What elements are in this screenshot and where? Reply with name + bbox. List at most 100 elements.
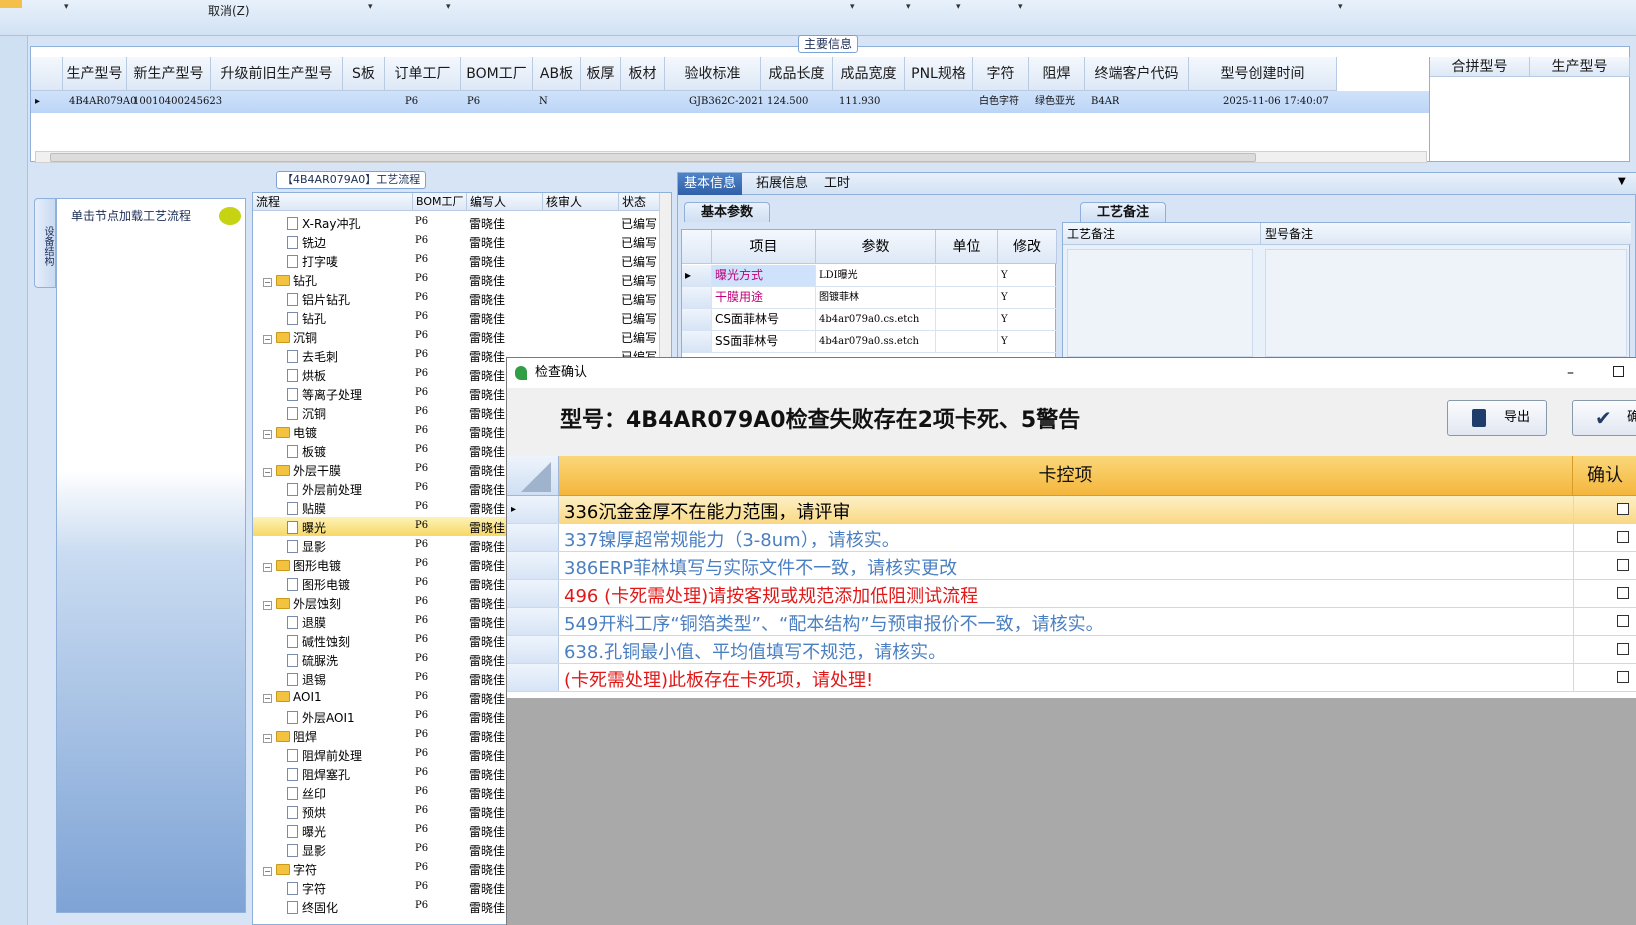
tree-step-node[interactable]: 打字唛 P6 雷晓佳 已编写 xyxy=(253,251,671,270)
params-row[interactable]: ▸ 曝光方式 LDI曝光 Y xyxy=(682,265,1057,287)
collapse-icon[interactable]: − xyxy=(263,694,272,703)
col-process-note[interactable]: 工艺备注 xyxy=(1063,223,1261,245)
main-col-header[interactable]: 终端客户代码 xyxy=(1085,57,1189,91)
params-row[interactable]: SS面菲林号 4b4ar079a0.ss.etch Y xyxy=(682,331,1057,353)
check-item-row[interactable]: 337镍厚超常规能力（3-8um），请核实。 xyxy=(507,524,1636,552)
tree-step-node[interactable]: 铣边 P6 雷晓佳 已编写 xyxy=(253,232,671,251)
check-item-row[interactable]: 549开料工序“铜箔类型”、“配本结构”与预审报价不一致，请核实。 xyxy=(507,608,1636,636)
chevron-down-icon[interactable]: ▾ xyxy=(446,2,451,12)
tab-extended-info[interactable]: 拓展信息 xyxy=(750,173,814,195)
collapse-icon[interactable]: − xyxy=(263,601,272,610)
row-header[interactable] xyxy=(507,664,559,691)
collapse-icon[interactable]: − xyxy=(263,430,272,439)
main-cell[interactable]: 2025-11-06 17:40:07 xyxy=(1223,91,1329,113)
scrollbar-thumb[interactable] xyxy=(50,153,1256,162)
main-col-header[interactable]: 验收标准 xyxy=(665,57,761,91)
collapse-icon[interactable]: − xyxy=(263,734,272,743)
main-cell[interactable]: 10010400245623 xyxy=(133,91,222,113)
main-cell[interactable]: P6 xyxy=(467,91,480,113)
merge-col-header[interactable]: 合拼型号 xyxy=(1430,57,1530,77)
params-row[interactable]: CS面菲林号 4b4ar079a0.cs.etch Y xyxy=(682,309,1057,331)
chevron-down-icon[interactable]: ▾ xyxy=(850,2,855,12)
cancel-menu[interactable]: 取消(Z) xyxy=(208,2,250,19)
row-header[interactable] xyxy=(507,608,559,635)
tree-step-node[interactable]: 铝片钻孔 P6 雷晓佳 已编写 xyxy=(253,289,671,308)
chevron-down-icon[interactable]: ▾ xyxy=(1338,2,1343,12)
main-cell[interactable]: 124.500 xyxy=(767,91,808,113)
tab-work-hours[interactable]: 工时 xyxy=(818,173,856,195)
confirm-button[interactable]: ✔ 确认 xyxy=(1572,400,1636,436)
tree-step-node[interactable]: 钻孔 P6 雷晓佳 已编写 xyxy=(253,308,671,327)
tab-basic-info[interactable]: 基本信息 xyxy=(678,173,743,195)
confirm-checkbox[interactable] xyxy=(1617,531,1629,543)
main-cell[interactable]: N xyxy=(539,91,548,113)
check-item-row[interactable]: 638.孔铜最小值、平均值填写不规范，请核实。 xyxy=(507,636,1636,664)
maximize-icon[interactable] xyxy=(1613,366,1624,377)
chevron-down-icon[interactable]: ▼ xyxy=(1618,176,1626,187)
confirm-checkbox[interactable] xyxy=(1617,643,1629,655)
main-cell[interactable]: 111.930 xyxy=(839,91,880,113)
chevron-down-icon[interactable]: ▾ xyxy=(64,2,69,12)
check-item-row[interactable]: 386ERP菲林填写与实际文件不一致，请核实更改 xyxy=(507,552,1636,580)
model-note-field[interactable] xyxy=(1265,249,1627,357)
check-item-row[interactable]: 496 (卡死需处理)请按客规或规范添加低阻测试流程 xyxy=(507,580,1636,608)
params-corner[interactable] xyxy=(682,230,712,264)
tree-step-node[interactable]: X-Ray冲孔 P6 雷晓佳 已编写 xyxy=(253,213,671,232)
params-col-header[interactable]: 参数 xyxy=(816,230,936,264)
export-button[interactable]: 导出 xyxy=(1447,400,1547,436)
col-model-note[interactable]: 型号备注 xyxy=(1261,223,1631,245)
col-reviewer[interactable]: 核审人 xyxy=(543,193,619,211)
main-col-header[interactable]: 板材 xyxy=(621,57,665,91)
row-header[interactable] xyxy=(507,580,559,607)
main-col-header[interactable]: 成品宽度 xyxy=(833,57,905,91)
check-item-row[interactable]: ▸ 336沉金金厚不在能力范围，请评审 xyxy=(507,496,1636,524)
params-row[interactable]: 干膜用途 图镀菲林 Y xyxy=(682,287,1057,309)
row-header[interactable] xyxy=(507,552,559,579)
confirm-checkbox[interactable] xyxy=(1617,671,1629,683)
main-col-header[interactable]: 字符 xyxy=(973,57,1029,91)
main-cell[interactable]: 白色字符 xyxy=(979,91,1019,113)
check-item-row[interactable]: (卡死需处理)此板存在卡死项，请处理! xyxy=(507,664,1636,692)
row-header[interactable]: ▸ xyxy=(507,496,559,523)
confirm-checkbox[interactable] xyxy=(1617,587,1629,599)
merge-col-header[interactable]: 生产型号 xyxy=(1530,57,1630,77)
params-col-header[interactable]: 单位 xyxy=(936,230,998,264)
table-row[interactable]: ▸ 4B4AR079A0 10010400245623 P6 P6 N GJB362C-20… xyxy=(31,91,1429,113)
main-cell[interactable]: P6 xyxy=(405,91,418,113)
chevron-down-icon[interactable]: ▾ xyxy=(1018,2,1023,12)
load-hint[interactable]: 单击节点加载工艺流程 xyxy=(71,207,191,224)
main-col-header[interactable]: 生产型号 xyxy=(63,57,127,91)
main-col-header[interactable]: 阻焊 xyxy=(1029,57,1085,91)
collapse-icon[interactable]: − xyxy=(263,335,272,344)
main-cell[interactable]: 4B4AR079A0 xyxy=(69,91,137,113)
main-col-header[interactable]: 新生产型号 xyxy=(127,57,211,91)
collapse-icon[interactable]: − xyxy=(263,468,272,477)
collapse-icon[interactable]: − xyxy=(263,278,272,287)
collapse-icon[interactable]: − xyxy=(263,867,272,876)
main-cell[interactable]: GJB362C-2021 xyxy=(689,91,764,113)
collapse-icon[interactable]: − xyxy=(263,563,272,572)
main-col-header[interactable]: 升级前旧生产型号 xyxy=(211,57,343,91)
col-flow[interactable]: 流程 xyxy=(253,193,413,211)
row-header[interactable] xyxy=(507,524,559,551)
process-note-field[interactable] xyxy=(1067,249,1253,357)
grid-corner[interactable] xyxy=(31,57,63,91)
chevron-down-icon[interactable]: ▾ xyxy=(906,2,911,12)
main-col-header[interactable]: S板 xyxy=(343,57,385,91)
tree-folder-node[interactable]: − 钻孔 P6 雷晓佳 已编写 xyxy=(253,270,671,289)
col-bom[interactable]: BOM工厂 xyxy=(413,193,467,211)
confirm-checkbox[interactable] xyxy=(1617,559,1629,571)
main-col-header[interactable]: 订单工厂 xyxy=(385,57,461,91)
select-all-corner[interactable] xyxy=(507,456,559,496)
col-confirm[interactable]: 确认 xyxy=(1573,456,1636,496)
confirm-checkbox[interactable] xyxy=(1617,503,1629,515)
main-cell[interactable]: 绿色亚光 xyxy=(1035,91,1075,113)
tree-folder-node[interactable]: − 沉铜 P6 雷晓佳 已编写 xyxy=(253,327,671,346)
main-col-header[interactable]: 型号创建时间 xyxy=(1189,57,1337,91)
params-col-header[interactable]: 修改 xyxy=(998,230,1057,264)
minimize-icon[interactable]: – xyxy=(1567,358,1574,388)
main-col-header[interactable]: BOM工厂 xyxy=(461,57,533,91)
horizontal-scrollbar[interactable] xyxy=(35,151,1427,163)
main-cell[interactable]: B4AR xyxy=(1091,91,1119,113)
main-col-header[interactable]: AB板 xyxy=(533,57,581,91)
